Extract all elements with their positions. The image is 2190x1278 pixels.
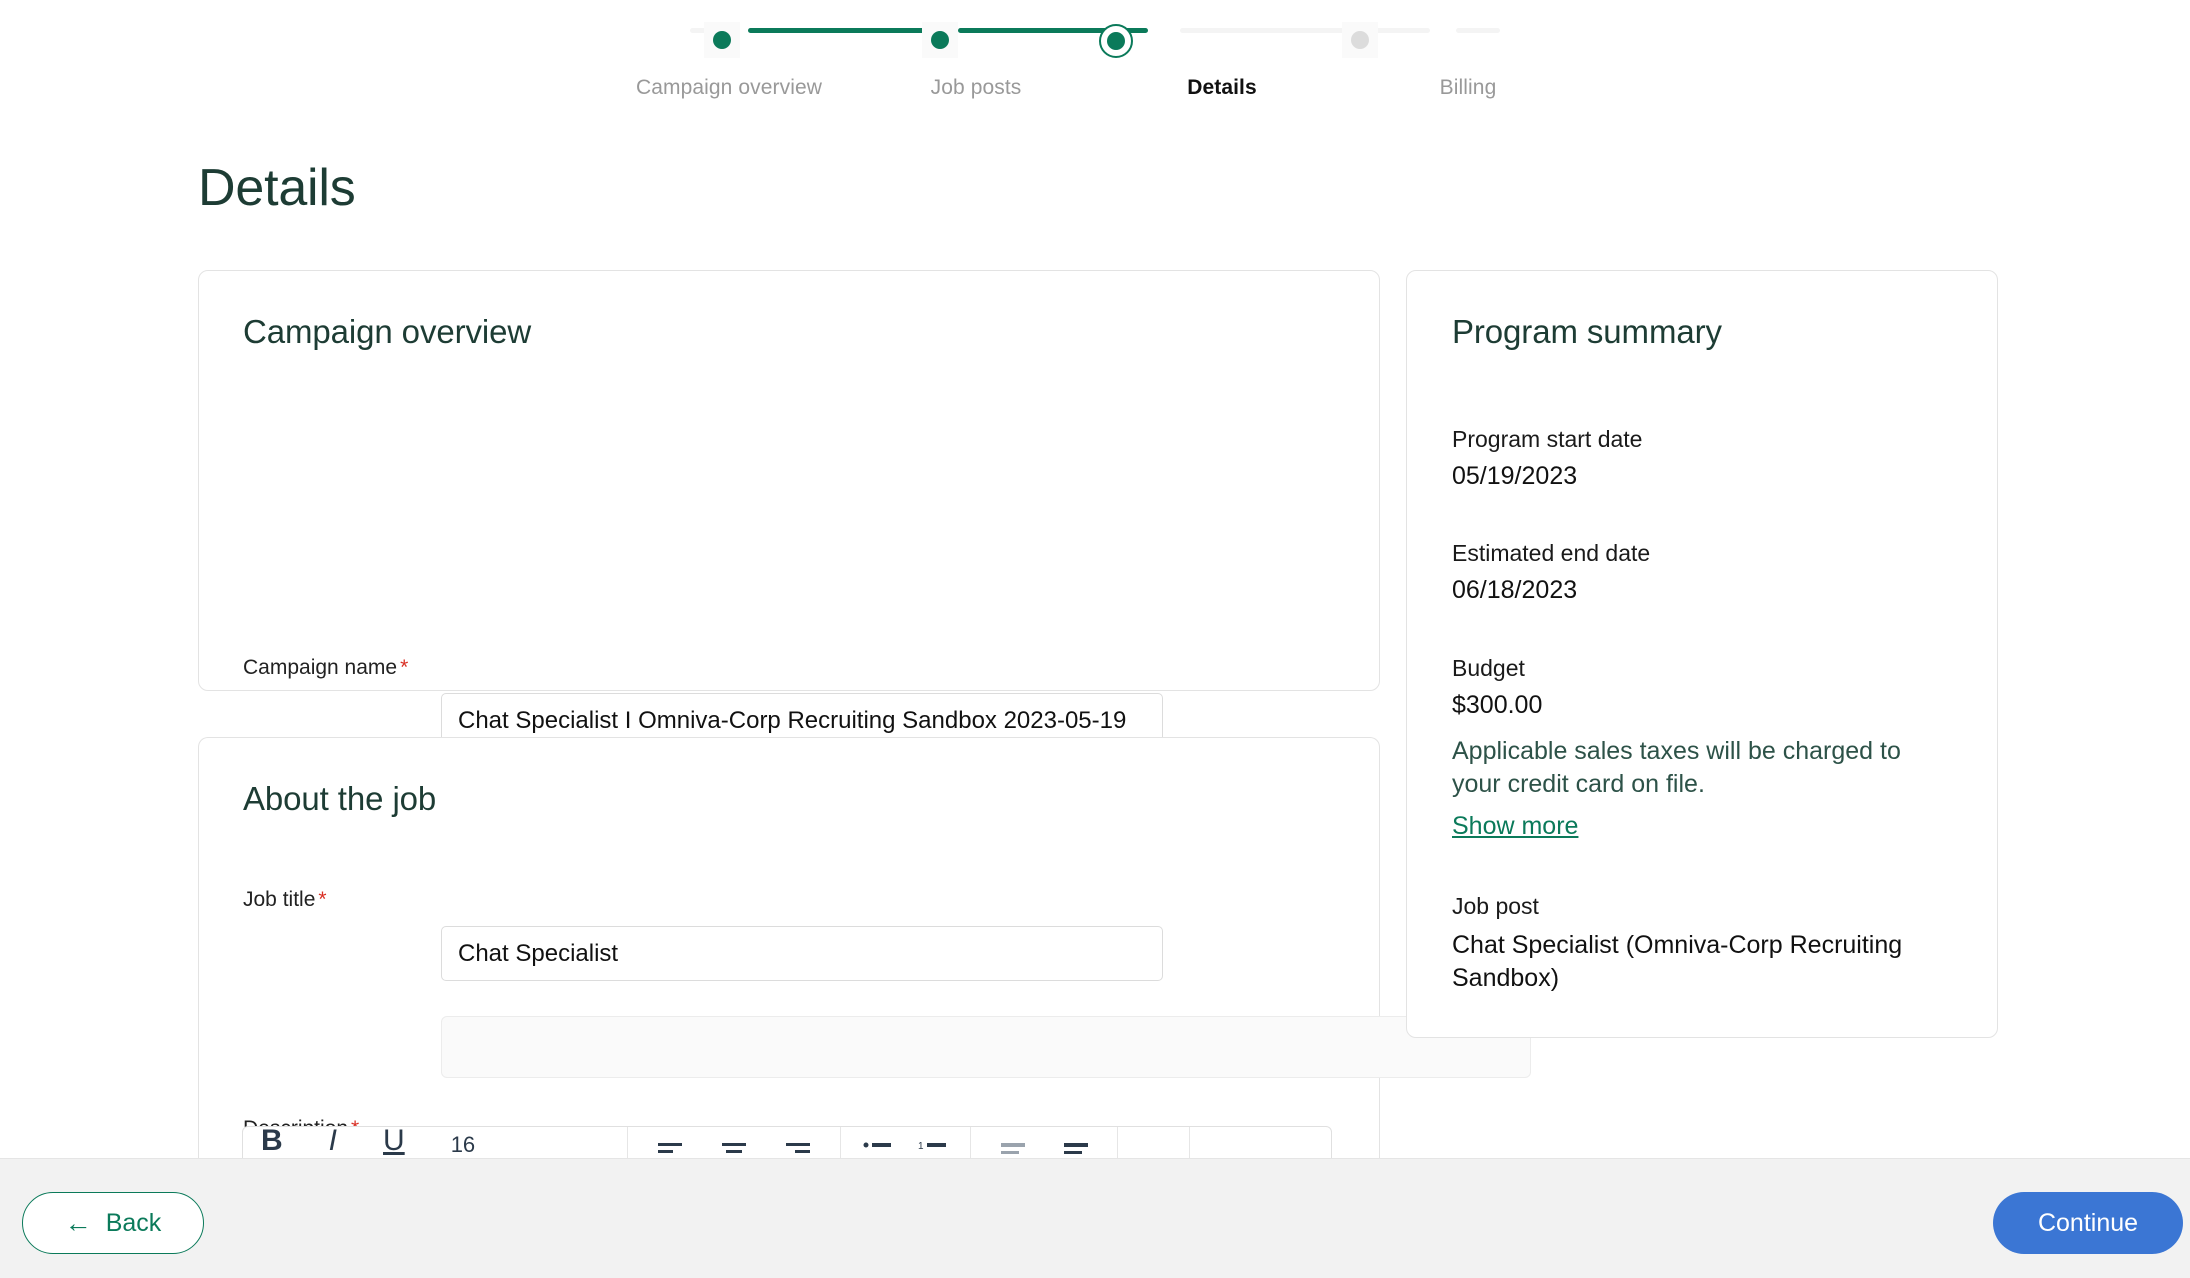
outdent-icon[interactable] <box>998 1140 1028 1158</box>
description-rte-toolbar[interactable]: B I U 16 1 <box>242 1126 1332 1159</box>
rte-group-lists: 1 <box>841 1127 971 1158</box>
progress-stepper: Campaign overview Job posts Details Bill… <box>0 0 2190 120</box>
dot-empty-icon <box>1351 31 1369 49</box>
budget-tax-note: Applicable sales taxes will be charged t… <box>1452 737 1901 798</box>
required-asterisk: * <box>318 888 327 911</box>
rte-group-text-style: B I U 16 <box>243 1127 628 1158</box>
rte-group-indent <box>971 1127 1118 1158</box>
dot-filled-icon <box>931 31 949 49</box>
italic-icon[interactable]: I <box>329 1127 337 1158</box>
bulleted-list-icon[interactable] <box>863 1140 893 1158</box>
stepper-segment-3 <box>1180 28 1430 33</box>
show-more-link[interactable]: Show more <box>1452 812 1578 841</box>
program-summary-card: Program summary Program start date 05/19… <box>1406 270 1998 1038</box>
budget-value: $300.00 <box>1452 691 1543 719</box>
continue-button-label: Continue <box>2037 1208 2139 1237</box>
dot-current-icon <box>1099 24 1133 58</box>
stepper-track <box>690 22 1500 58</box>
align-center-icon[interactable] <box>721 1140 747 1158</box>
stepper-dot-job-posts[interactable] <box>922 22 958 58</box>
job-post-label: Job post <box>1452 893 1539 919</box>
rte-group-extra <box>1190 1127 1300 1158</box>
estimated-end-date-label: Estimated end date <box>1452 540 1651 566</box>
job-title-suggestion-box[interactable] <box>441 1016 1531 1078</box>
stepper-segment-trail <box>1456 28 1500 33</box>
job-title-label: Job title <box>243 888 316 911</box>
stepper-dot-billing[interactable] <box>1342 22 1378 58</box>
bold-icon[interactable]: B <box>261 1127 283 1158</box>
stepper-segment-1 <box>748 28 938 33</box>
about-the-job-title: About the job <box>243 780 437 817</box>
estimated-end-date-value: 06/18/2023 <box>1452 576 1578 604</box>
align-right-icon[interactable] <box>785 1140 811 1158</box>
stepper-dot-campaign-overview[interactable] <box>704 22 740 58</box>
campaign-name-label: Campaign name <box>243 656 398 679</box>
program-summary-title: Program summary <box>1452 313 1722 350</box>
arrow-left-icon: ← <box>64 1207 92 1238</box>
footer-action-bar <box>0 1158 2190 1278</box>
campaign-overview-title: Campaign overview <box>243 313 532 350</box>
stepper-label-campaign-overview[interactable]: Campaign overview <box>636 76 822 100</box>
campaign-overview-card: Campaign overview Campaign name * Chat S… <box>198 270 1380 913</box>
details-page: Campaign overview Job posts Details Bill… <box>0 0 2190 1278</box>
align-left-icon[interactable] <box>657 1140 683 1158</box>
stepper-label-details[interactable]: Details <box>1187 76 1257 100</box>
stepper-dot-details[interactable] <box>1096 21 1136 61</box>
rte-group-link <box>1118 1127 1190 1158</box>
numbered-list-icon[interactable]: 1 <box>918 1140 948 1158</box>
continue-button[interactable]: Continue <box>1993 1192 2183 1254</box>
underline-icon[interactable]: U <box>383 1127 405 1158</box>
stepper-label-billing[interactable]: Billing <box>1440 76 1497 100</box>
program-start-date-value: 05/19/2023 <box>1452 462 1578 490</box>
indent-icon[interactable] <box>1061 1140 1091 1158</box>
required-asterisk: * <box>400 656 409 679</box>
font-size-select[interactable]: 16 <box>451 1134 475 1158</box>
back-button-label: Back <box>105 1208 162 1237</box>
job-post-value: Chat Specialist (Omniva-Corp Recruiting … <box>1452 931 1903 992</box>
stepper-label-job-posts[interactable]: Job posts <box>931 76 1022 100</box>
budget-label: Budget <box>1452 655 1525 681</box>
svg-text:1: 1 <box>918 1141 924 1152</box>
page-title: Details <box>198 159 356 217</box>
job-title-input[interactable]: Chat Specialist <box>441 926 1163 981</box>
back-button[interactable]: ← Back <box>22 1192 204 1254</box>
rte-group-alignment <box>628 1127 841 1158</box>
dot-filled-icon <box>713 31 731 49</box>
program-start-date-label: Program start date <box>1452 426 1643 452</box>
